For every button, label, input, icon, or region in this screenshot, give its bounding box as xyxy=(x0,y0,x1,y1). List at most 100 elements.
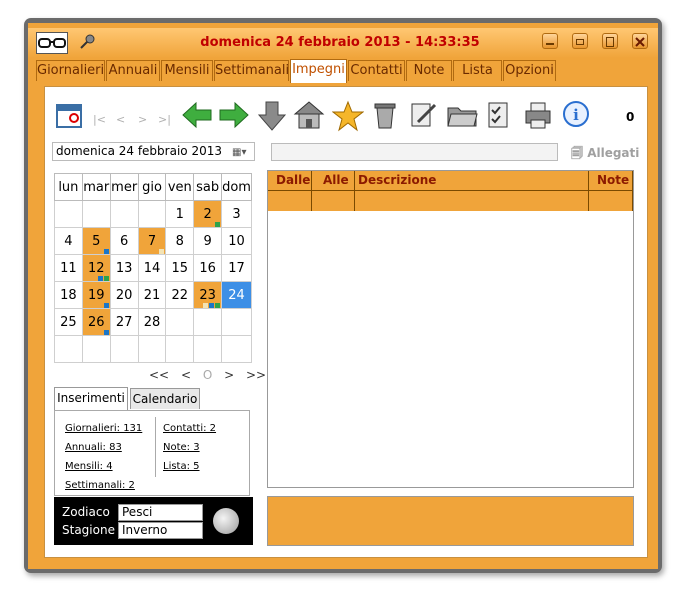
calendar-day-number: 23 xyxy=(199,287,216,303)
calendar-day-number: 12 xyxy=(87,260,105,276)
tab-contatti[interactable]: Contatti xyxy=(348,60,405,81)
calendar-last-button[interactable]: >> xyxy=(246,368,266,382)
tab-inserimenti[interactable]: Inserimenti xyxy=(54,387,128,410)
tab-settimanali[interactable]: Settimanali xyxy=(214,60,289,81)
star-icon[interactable] xyxy=(331,100,365,132)
weekday-header: dom xyxy=(221,173,252,201)
date-value: domenica 24 febbraio 2013 xyxy=(56,144,222,158)
calendar-dropdown-icon[interactable]: ▦▾ xyxy=(232,144,252,159)
tab-mensili[interactable]: Mensili xyxy=(161,60,213,81)
calendar-day[interactable]: 26 xyxy=(81,308,111,336)
calendar-day[interactable]: 21 xyxy=(137,281,167,309)
appointments-table[interactable]: Dalle Alle Descrizione Note xyxy=(267,170,634,488)
calendar-day[interactable]: 9 xyxy=(193,227,223,255)
trash-icon[interactable] xyxy=(370,100,400,130)
moon-phase-icon xyxy=(213,508,239,534)
column-divider xyxy=(632,171,633,211)
calendar-day[interactable]: 25 xyxy=(54,308,83,336)
checklist-icon[interactable] xyxy=(484,100,514,130)
col-descrizione[interactable]: Descrizione xyxy=(358,173,436,187)
calendar-day[interactable]: 20 xyxy=(109,281,139,309)
home-icon[interactable] xyxy=(293,100,325,130)
calendar-day-number: 24 xyxy=(228,287,245,303)
calendar-day-number: 11 xyxy=(60,260,77,276)
calendar-day[interactable]: 13 xyxy=(109,254,139,282)
summary-link[interactable]: Note: 3 xyxy=(163,438,216,457)
calendar-day[interactable]: 23 xyxy=(193,281,223,309)
calendar-day[interactable]: 24 xyxy=(221,281,252,309)
last-icon[interactable]: >| xyxy=(158,113,171,126)
summary-column-left: Giornalieri: 131 Annuali: 83 Mensili: 4 Set… xyxy=(65,419,142,495)
calendar-day-number: 27 xyxy=(115,314,133,330)
summary-link[interactable]: Lista: 5 xyxy=(163,457,216,476)
calendar-day[interactable]: 18 xyxy=(54,281,83,309)
allegati-button[interactable]: 🗐 Allegati xyxy=(571,144,639,165)
summary-link[interactable]: Annuali: 83 xyxy=(65,438,142,457)
first-icon[interactable]: |< xyxy=(93,113,106,126)
calendar-today-button[interactable]: O xyxy=(203,368,212,382)
calendar-day[interactable]: 3 xyxy=(221,200,252,228)
calendar-day[interactable]: 27 xyxy=(109,308,139,336)
calendar-icon[interactable] xyxy=(54,100,84,130)
tab-calendario[interactable]: Calendario xyxy=(130,388,200,409)
summary-link[interactable]: Contatti: 2 xyxy=(163,419,216,438)
edit-icon[interactable] xyxy=(408,100,438,130)
attachment-path-input[interactable] xyxy=(271,143,558,161)
calendar-day[interactable]: 4 xyxy=(54,227,83,255)
calendar-empty-cell xyxy=(81,200,111,228)
restore-button[interactable] xyxy=(572,33,588,49)
calendar-prev-button[interactable]: < xyxy=(181,368,191,382)
calendar-next-button[interactable]: > xyxy=(224,368,234,382)
tab-lista[interactable]: Lista xyxy=(453,60,502,81)
minimize-button[interactable] xyxy=(542,33,558,49)
calendar-day[interactable]: 19 xyxy=(81,281,111,309)
app-glasses-icon[interactable] xyxy=(36,32,68,54)
calendar-day[interactable]: 5 xyxy=(81,227,111,255)
calendar-day[interactable]: 22 xyxy=(165,281,195,309)
summary-link[interactable]: Settimanali: 2 xyxy=(65,476,142,495)
prev-icon[interactable]: < xyxy=(116,113,125,126)
back-arrow-icon[interactable] xyxy=(181,100,212,130)
event-markers xyxy=(215,222,221,227)
maximize-button[interactable] xyxy=(602,33,618,49)
calendar-day[interactable]: 28 xyxy=(137,308,167,336)
summary-link[interactable]: Mensili: 4 xyxy=(65,457,142,476)
calendar-day[interactable]: 15 xyxy=(165,254,195,282)
calendar-day[interactable]: 17 xyxy=(221,254,252,282)
info-icon[interactable]: i xyxy=(561,100,591,130)
tab-giornalieri[interactable]: Giornalieri xyxy=(36,60,105,81)
calendar-day[interactable]: 12 xyxy=(81,254,111,282)
pin-icon[interactable] xyxy=(78,33,96,51)
calendar-day[interactable]: 16 xyxy=(193,254,223,282)
event-markers xyxy=(97,276,109,281)
tab-note[interactable]: Note xyxy=(406,60,452,81)
event-markers xyxy=(159,249,165,254)
forward-arrow-icon[interactable] xyxy=(218,100,249,130)
attachment-icon: 🗐 xyxy=(571,146,583,160)
next-icon[interactable]: > xyxy=(138,113,147,126)
table-row[interactable] xyxy=(268,191,633,211)
calendar-day[interactable]: 6 xyxy=(109,227,139,255)
close-button[interactable] xyxy=(632,33,648,49)
folder-icon[interactable] xyxy=(446,100,478,130)
tab-annuali[interactable]: Annuali xyxy=(106,60,160,81)
download-icon[interactable] xyxy=(257,100,287,131)
calendar-day[interactable]: 10 xyxy=(221,227,252,255)
calendar-day[interactable]: 14 xyxy=(137,254,167,282)
tab-impegni[interactable]: Impegni xyxy=(290,59,347,83)
calendar-day[interactable]: 1 xyxy=(165,200,195,228)
notes-area[interactable] xyxy=(267,496,634,546)
calendar-first-button[interactable]: << xyxy=(149,368,169,382)
tab-opzioni[interactable]: Opzioni xyxy=(503,60,556,81)
calendar-day[interactable]: 2 xyxy=(193,200,223,228)
calendar-day[interactable]: 7 xyxy=(137,227,167,255)
date-picker-field[interactable]: domenica 24 febbraio 2013 ▦▾ xyxy=(52,142,255,161)
col-dalle[interactable]: Dalle xyxy=(276,173,310,187)
printer-icon[interactable] xyxy=(522,100,552,130)
calendar-day[interactable]: 8 xyxy=(165,227,195,255)
summary-link[interactable]: Giornalieri: 131 xyxy=(65,419,142,438)
calendar-day[interactable]: 11 xyxy=(54,254,83,282)
calendar-day-number: 2 xyxy=(203,206,212,222)
col-note[interactable]: Note xyxy=(597,173,629,187)
col-alle[interactable]: Alle xyxy=(323,173,349,187)
